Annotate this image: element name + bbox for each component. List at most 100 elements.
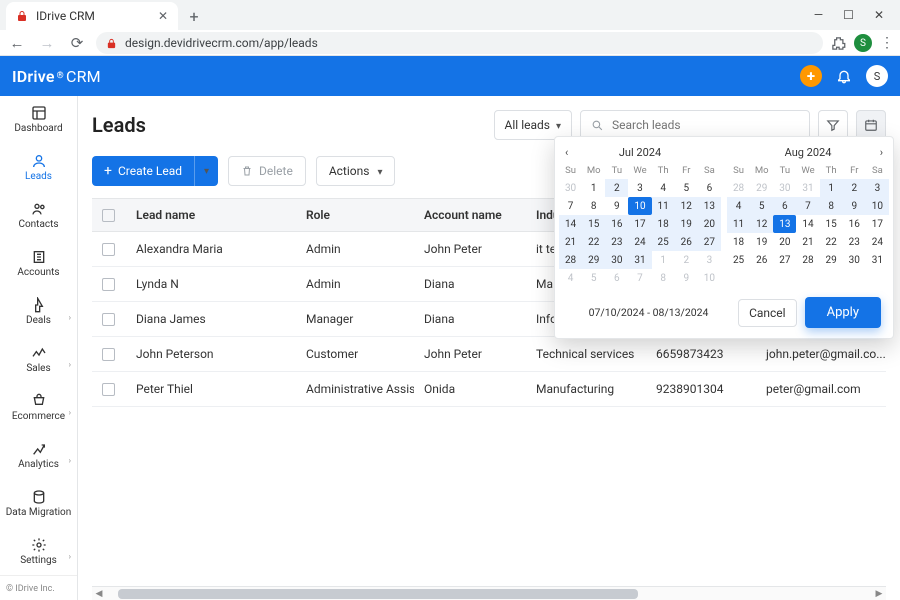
row-checkbox-cell[interactable]	[92, 348, 126, 361]
sidebar-item-data-migration[interactable]: Data Migration	[0, 479, 77, 527]
close-icon[interactable]: ✕	[158, 9, 168, 23]
calendar-day[interactable]: 16	[605, 215, 628, 233]
calendar-day[interactable]: 25	[727, 251, 750, 269]
calendar-day[interactable]: 8	[820, 197, 843, 215]
calendar-day[interactable]: 27	[698, 233, 721, 251]
calendar-day[interactable]: 18	[727, 233, 750, 251]
delete-button[interactable]: Delete	[228, 156, 306, 186]
calendar-day[interactable]: 18	[652, 215, 675, 233]
calendar-day[interactable]: 3	[628, 179, 651, 197]
kebab-menu-icon[interactable]: ⋮	[880, 35, 894, 51]
create-lead-button[interactable]: + Create Lead	[92, 156, 194, 186]
column-account[interactable]: Account name	[414, 208, 526, 222]
calendar-day[interactable]: 23	[843, 233, 866, 251]
horizontal-scrollbar[interactable]: ◀ ▶	[92, 586, 886, 600]
calendar-day[interactable]: 19	[675, 215, 698, 233]
row-checkbox-cell[interactable]	[92, 278, 126, 291]
calendar-day[interactable]: 10	[698, 269, 721, 287]
calendar-day[interactable]: 28	[727, 179, 750, 197]
calendar-day[interactable]: 11	[652, 197, 675, 215]
address-bar[interactable]: design.devidrivecrm.com/app/leads	[96, 32, 823, 54]
calendar-day[interactable]: 30	[773, 179, 796, 197]
scroll-left-icon[interactable]: ◀	[92, 589, 106, 599]
calendar-day[interactable]: 21	[796, 233, 819, 251]
checkbox[interactable]	[102, 278, 115, 291]
add-button[interactable]: +	[800, 65, 822, 87]
column-lead-name[interactable]: Lead name	[126, 208, 296, 222]
sidebar-item-accounts[interactable]: Accounts	[0, 240, 77, 288]
calendar-day[interactable]: 6	[605, 269, 628, 287]
calendar-day[interactable]: 1	[582, 179, 605, 197]
row-checkbox-cell[interactable]	[92, 383, 126, 396]
checkbox[interactable]	[102, 313, 115, 326]
calendar-day[interactable]: 30	[605, 251, 628, 269]
calendar-day[interactable]: 2	[605, 179, 628, 197]
checkbox[interactable]	[102, 383, 115, 396]
calendar-day[interactable]: 2	[675, 251, 698, 269]
profile-avatar[interactable]: S	[854, 34, 872, 52]
calendar-day[interactable]: 9	[675, 269, 698, 287]
calendar-day[interactable]: 15	[582, 215, 605, 233]
calendar-day[interactable]: 29	[582, 251, 605, 269]
checkbox[interactable]	[102, 348, 115, 361]
calendar-day[interactable]: 9	[605, 197, 628, 215]
calendar-day[interactable]: 12	[675, 197, 698, 215]
checkbox[interactable]	[102, 209, 115, 222]
calendar-day[interactable]: 5	[675, 179, 698, 197]
row-checkbox-cell[interactable]	[92, 313, 126, 326]
calendar-day[interactable]: 21	[559, 233, 582, 251]
calendar-day[interactable]: 13	[698, 197, 721, 215]
checkbox[interactable]	[102, 243, 115, 256]
calendar-day[interactable]: 3	[698, 251, 721, 269]
calendar-day[interactable]: 4	[652, 179, 675, 197]
calendar-day[interactable]: 7	[796, 197, 819, 215]
column-role[interactable]: Role	[296, 208, 414, 222]
sidebar-item-settings[interactable]: Settings›	[0, 527, 77, 575]
calendar-day[interactable]: 20	[698, 215, 721, 233]
calendar-day[interactable]: 5	[582, 269, 605, 287]
search-input[interactable]	[612, 118, 799, 132]
close-window-icon[interactable]: ✕	[874, 8, 884, 22]
calendar-day[interactable]: 30	[559, 179, 582, 197]
calendar-day[interactable]: 27	[773, 251, 796, 269]
calendar-day[interactable]: 10	[628, 197, 651, 215]
calendar-day[interactable]: 17	[628, 215, 651, 233]
calendar-day[interactable]: 5	[750, 197, 773, 215]
sidebar-item-dashboard[interactable]: Dashboard	[0, 96, 77, 144]
calendar-day[interactable]: 31	[796, 179, 819, 197]
browser-tab[interactable]: IDrive CRM ✕	[6, 2, 178, 30]
calendar-day[interactable]: 22	[582, 233, 605, 251]
calendar-day[interactable]: 2	[843, 179, 866, 197]
calendar-day[interactable]: 26	[675, 233, 698, 251]
sidebar-item-ecommerce[interactable]: Ecommerce›	[0, 383, 77, 431]
create-lead-caret[interactable]	[194, 156, 218, 186]
calendar-day[interactable]: 16	[843, 215, 866, 233]
scroll-thumb[interactable]	[118, 589, 638, 599]
calendar-day[interactable]: 11	[727, 215, 750, 233]
calendar-day[interactable]: 25	[652, 233, 675, 251]
back-button[interactable]: ←	[6, 32, 28, 54]
new-tab-button[interactable]: +	[182, 4, 206, 28]
calendar-day[interactable]: 14	[796, 215, 819, 233]
calendar-day[interactable]: 12	[750, 215, 773, 233]
bell-icon[interactable]	[836, 68, 852, 84]
calendar-day[interactable]: 22	[820, 233, 843, 251]
minimize-icon[interactable]: —	[814, 8, 823, 22]
maximize-icon[interactable]: ☐	[843, 8, 854, 22]
calendar-day[interactable]: 30	[843, 251, 866, 269]
calendar-day[interactable]: 19	[750, 233, 773, 251]
calendar-day[interactable]: 7	[628, 269, 651, 287]
calendar-day[interactable]: 10	[866, 197, 889, 215]
calendar-day[interactable]: 28	[559, 251, 582, 269]
calendar-day[interactable]: 24	[866, 233, 889, 251]
calendar-day[interactable]: 7	[559, 197, 582, 215]
row-checkbox-cell[interactable]	[92, 243, 126, 256]
calendar-day[interactable]: 29	[750, 179, 773, 197]
calendar-day[interactable]: 9	[843, 197, 866, 215]
sidebar-item-deals[interactable]: Deals›	[0, 288, 77, 336]
user-avatar[interactable]: S	[866, 65, 888, 87]
calendar-day[interactable]: 28	[796, 251, 819, 269]
table-row[interactable]: Peter ThielAdministrative Assist...Onida…	[92, 372, 886, 407]
apply-button[interactable]: Apply	[805, 297, 881, 328]
calendar-day[interactable]: 6	[698, 179, 721, 197]
